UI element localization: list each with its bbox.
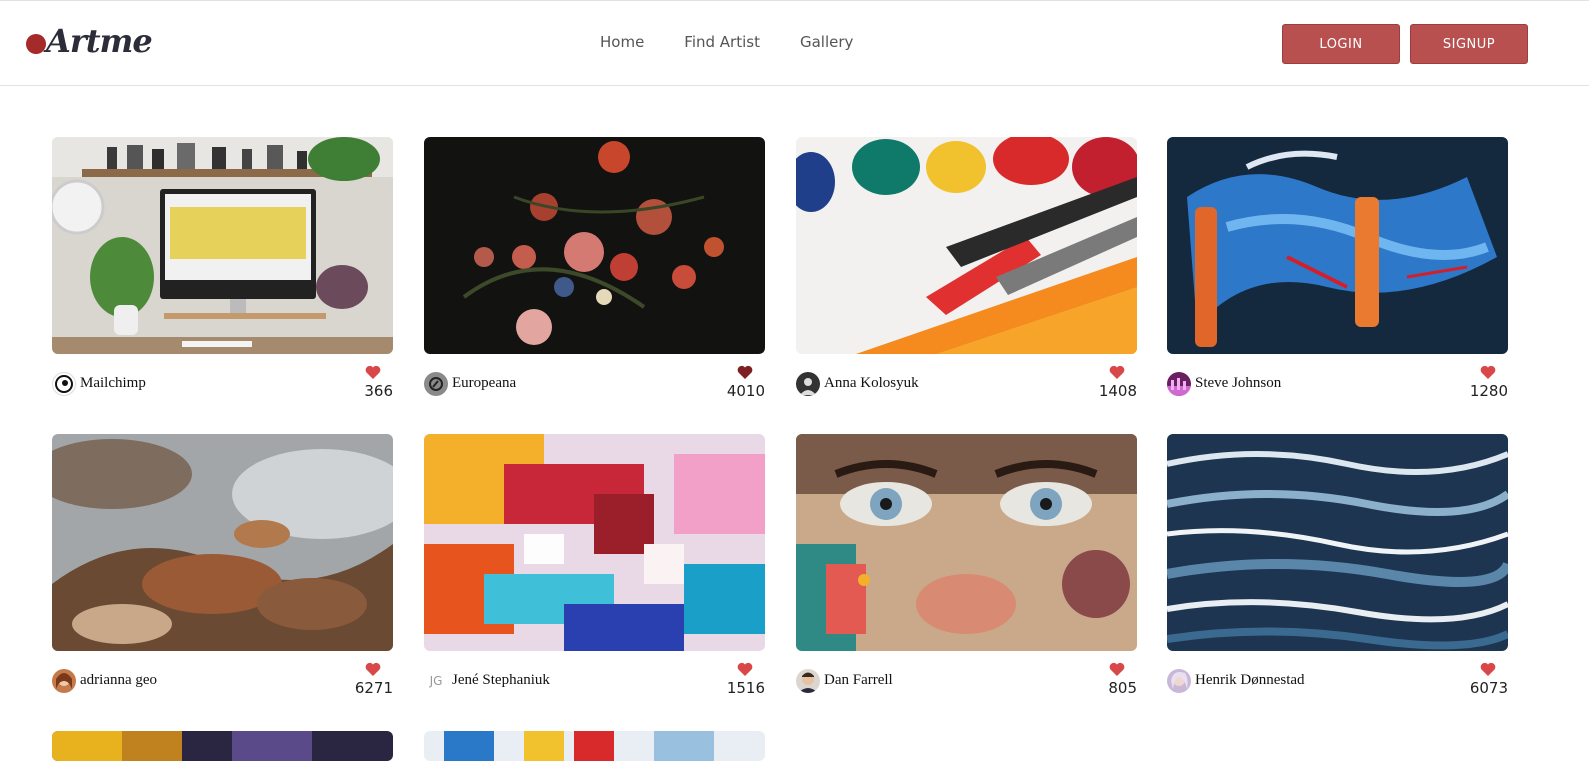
author-name[interactable]: adrianna geo [80, 672, 157, 689]
avatar[interactable] [1167, 372, 1191, 396]
author-name[interactable]: Europeana [452, 375, 516, 392]
logo-dot-icon [26, 34, 46, 54]
nav-links: Home Find Artist Gallery [600, 33, 893, 51]
card-meta: Europeana 4010 [424, 354, 765, 404]
artwork-image[interactable] [52, 731, 393, 761]
card-meta: JG Jené Stephaniuk 1516 [424, 651, 765, 701]
navbar: Artme Home Find Artist Gallery LOGIN SIG… [0, 0, 1589, 86]
artwork-image[interactable] [52, 137, 393, 354]
avatar[interactable] [52, 372, 76, 396]
artwork-card: JG Jené Stephaniuk 1516 [424, 434, 765, 701]
card-meta: Mailchimp 366 [52, 354, 393, 404]
card-meta: adrianna geo 6271 [52, 651, 393, 701]
card-meta: Henrik Dønnestad 6073 [1167, 651, 1508, 701]
like-count: 1280 [1469, 382, 1508, 400]
artwork-card: adrianna geo 6271 [52, 434, 393, 701]
brand-logo[interactable]: Artme [26, 21, 153, 61]
like-count: 366 [364, 382, 393, 400]
like-count: 6271 [354, 679, 393, 697]
login-button[interactable]: LOGIN [1282, 24, 1400, 64]
like-count: 805 [1108, 679, 1137, 697]
artwork-image[interactable] [796, 434, 1137, 651]
artwork-image[interactable] [424, 137, 765, 354]
avatar[interactable]: JG [424, 669, 448, 693]
artwork-card: Dan Farrell 805 [796, 434, 1137, 701]
artwork-image[interactable] [1167, 137, 1508, 354]
artwork-image[interactable] [424, 434, 765, 651]
artwork-card: Mailchimp 366 [52, 137, 393, 404]
heart-icon[interactable] [1109, 365, 1125, 379]
artwork-image[interactable] [796, 137, 1137, 354]
card-meta: Steve Johnson 1280 [1167, 354, 1508, 404]
avatar[interactable] [796, 669, 820, 693]
artwork-card [424, 731, 765, 761]
artwork-card: Henrik Dønnestad 6073 [1167, 434, 1508, 701]
author-name[interactable]: Dan Farrell [824, 672, 893, 689]
heart-icon[interactable] [1480, 365, 1496, 379]
avatar[interactable] [424, 372, 448, 396]
signup-button[interactable]: SIGNUP [1410, 24, 1528, 64]
heart-icon[interactable] [365, 662, 381, 676]
author-name[interactable]: Jené Stephaniuk [452, 672, 550, 689]
avatar-initials: JG [429, 674, 443, 688]
artwork-image[interactable] [424, 731, 765, 761]
heart-icon[interactable] [737, 365, 753, 379]
card-meta: Dan Farrell 805 [796, 651, 1137, 701]
artwork-image[interactable] [52, 434, 393, 651]
artwork-card: Steve Johnson 1280 [1167, 137, 1508, 404]
artwork-image[interactable] [1167, 434, 1508, 651]
like-count: 6073 [1469, 679, 1508, 697]
nav-link-home[interactable]: Home [600, 33, 644, 51]
like-count: 1516 [726, 679, 765, 697]
like-count: 1408 [1098, 382, 1137, 400]
author-name[interactable]: Mailchimp [80, 375, 146, 392]
nav-link-find-artist[interactable]: Find Artist [684, 33, 760, 51]
artwork-card: Anna Kolosyuk 1408 [796, 137, 1137, 404]
heart-icon[interactable] [365, 365, 381, 379]
artwork-card [52, 731, 393, 761]
heart-icon[interactable] [1480, 662, 1496, 676]
nav-link-gallery[interactable]: Gallery [800, 33, 853, 51]
card-meta: Anna Kolosyuk 1408 [796, 354, 1137, 404]
brand-name: Artme [46, 22, 153, 60]
like-count: 4010 [726, 382, 765, 400]
avatar[interactable] [1167, 669, 1191, 693]
artwork-card: Europeana 4010 [424, 137, 765, 404]
heart-icon[interactable] [1109, 662, 1125, 676]
author-name[interactable]: Steve Johnson [1195, 375, 1281, 392]
author-name[interactable]: Henrik Dønnestad [1195, 672, 1305, 689]
heart-icon[interactable] [737, 662, 753, 676]
avatar[interactable] [52, 669, 76, 693]
avatar[interactable] [796, 372, 820, 396]
author-name[interactable]: Anna Kolosyuk [824, 375, 919, 392]
